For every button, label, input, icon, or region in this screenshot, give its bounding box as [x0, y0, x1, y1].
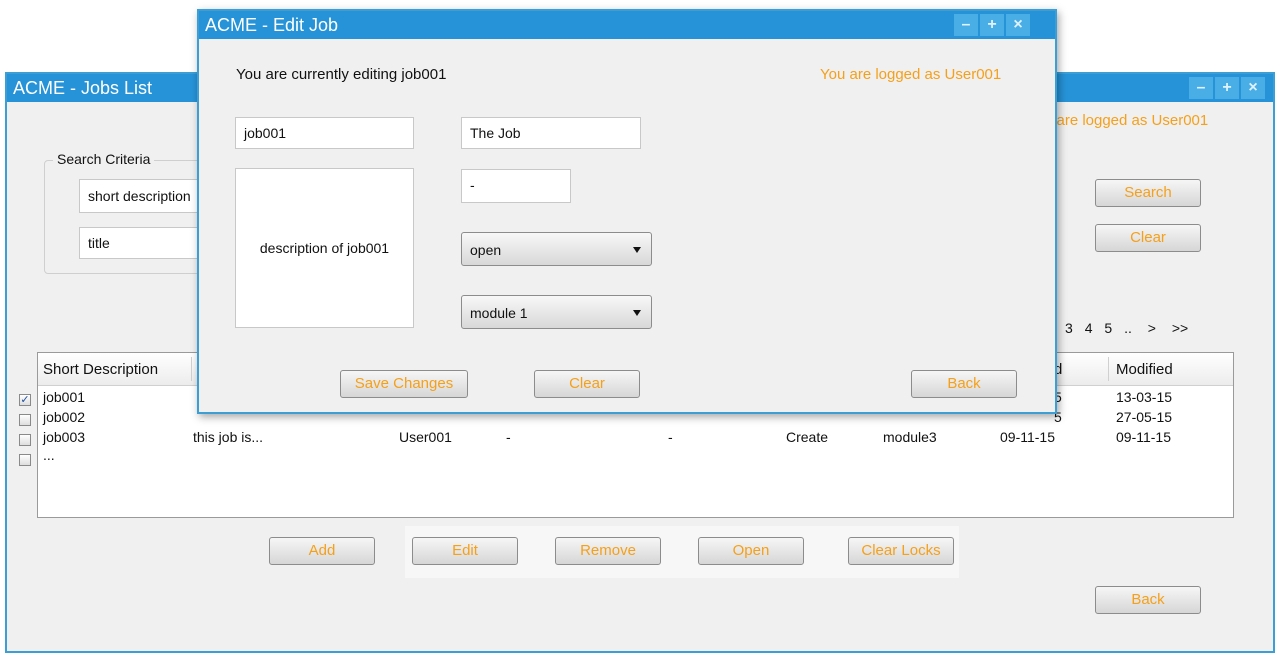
row3-title: this job is...: [193, 429, 264, 445]
edit-button[interactable]: Edit: [412, 537, 518, 565]
row4-short: ...: [43, 447, 55, 463]
close-icon[interactable]: ×: [1006, 14, 1030, 36]
page-link-4[interactable]: 4: [1085, 320, 1093, 336]
close-icon[interactable]: ×: [1241, 77, 1265, 99]
column-header-short-description[interactable]: Short Description: [43, 361, 158, 378]
chevron-down-icon: [633, 310, 641, 316]
description-text: description of job001: [259, 240, 390, 256]
back-button[interactable]: Back: [1095, 586, 1201, 614]
job-id-field[interactable]: job001: [235, 117, 414, 149]
page-next-link[interactable]: >: [1148, 320, 1156, 336]
row4-checkbox[interactable]: [19, 454, 31, 466]
jobs-list-title: ACME - Jobs List: [13, 78, 153, 98]
maximize-icon[interactable]: +: [1215, 77, 1239, 99]
row3-checkbox[interactable]: [19, 434, 31, 446]
page-link-5[interactable]: 5: [1104, 320, 1112, 336]
row1-short: job001: [43, 389, 86, 405]
column-divider: [1108, 357, 1109, 381]
row3-module: module3: [883, 429, 937, 445]
minimize-icon[interactable]: –: [954, 14, 978, 36]
open-button[interactable]: Open: [698, 537, 804, 565]
edit-job-title: ACME - Edit Job: [205, 15, 339, 35]
maximize-icon[interactable]: +: [980, 14, 1004, 36]
row2-checkbox[interactable]: [19, 414, 31, 426]
status-select-value: open: [470, 242, 502, 258]
row1-checkbox[interactable]: ✓: [19, 394, 31, 406]
add-button[interactable]: Add: [269, 537, 375, 565]
row3-status: Create: [786, 429, 829, 445]
row2-modified: 27-05-15: [1116, 409, 1173, 425]
row3-owner: User001: [399, 429, 452, 445]
search-criteria-legend: Search Criteria: [53, 151, 155, 167]
row3-lock-date: -: [668, 429, 673, 445]
edit-job-titlebar[interactable]: ACME - Edit Job: [199, 11, 1055, 39]
description-field[interactable]: description of job001: [235, 168, 414, 328]
edit-job-window: ACME - Edit Job – + × You are currently …: [197, 9, 1057, 414]
row2-short: job002: [43, 409, 86, 425]
module-select-value: module 1: [470, 305, 528, 321]
job-title-field[interactable]: The Job: [461, 117, 641, 149]
pagination: 3 4 5 .. > >>: [1065, 320, 1188, 336]
back-button[interactable]: Back: [911, 370, 1017, 398]
row3-short: job003: [43, 429, 86, 445]
search-button[interactable]: Search: [1095, 179, 1201, 207]
column-divider: [191, 357, 192, 381]
page-ellipsis: ..: [1124, 320, 1132, 336]
clear-locks-button[interactable]: Clear Locks: [848, 537, 954, 565]
editing-status-text: You are currently editing job001: [236, 66, 447, 83]
module-select[interactable]: module 1: [461, 295, 652, 329]
remove-button[interactable]: Remove: [555, 537, 661, 565]
row3-created: 09-11-15: [1000, 429, 1056, 445]
minimize-icon[interactable]: –: [1189, 77, 1213, 99]
row3-modified: 09-11-15: [1116, 429, 1172, 445]
clear-search-button[interactable]: Clear: [1095, 224, 1201, 252]
chevron-down-icon: [633, 247, 641, 253]
status-select[interactable]: open: [461, 232, 652, 266]
column-header-modified[interactable]: Modified: [1116, 361, 1173, 378]
page-last-link[interactable]: >>: [1172, 320, 1188, 336]
row3-locked-by: -: [506, 429, 511, 445]
small-field[interactable]: -: [461, 169, 571, 203]
clear-button[interactable]: Clear: [534, 370, 640, 398]
logged-as-text: You are logged as User001: [820, 66, 1002, 83]
row1-modified: 13-03-15: [1116, 389, 1173, 405]
page-link-3[interactable]: 3: [1065, 320, 1073, 336]
save-changes-button[interactable]: Save Changes: [340, 370, 468, 398]
